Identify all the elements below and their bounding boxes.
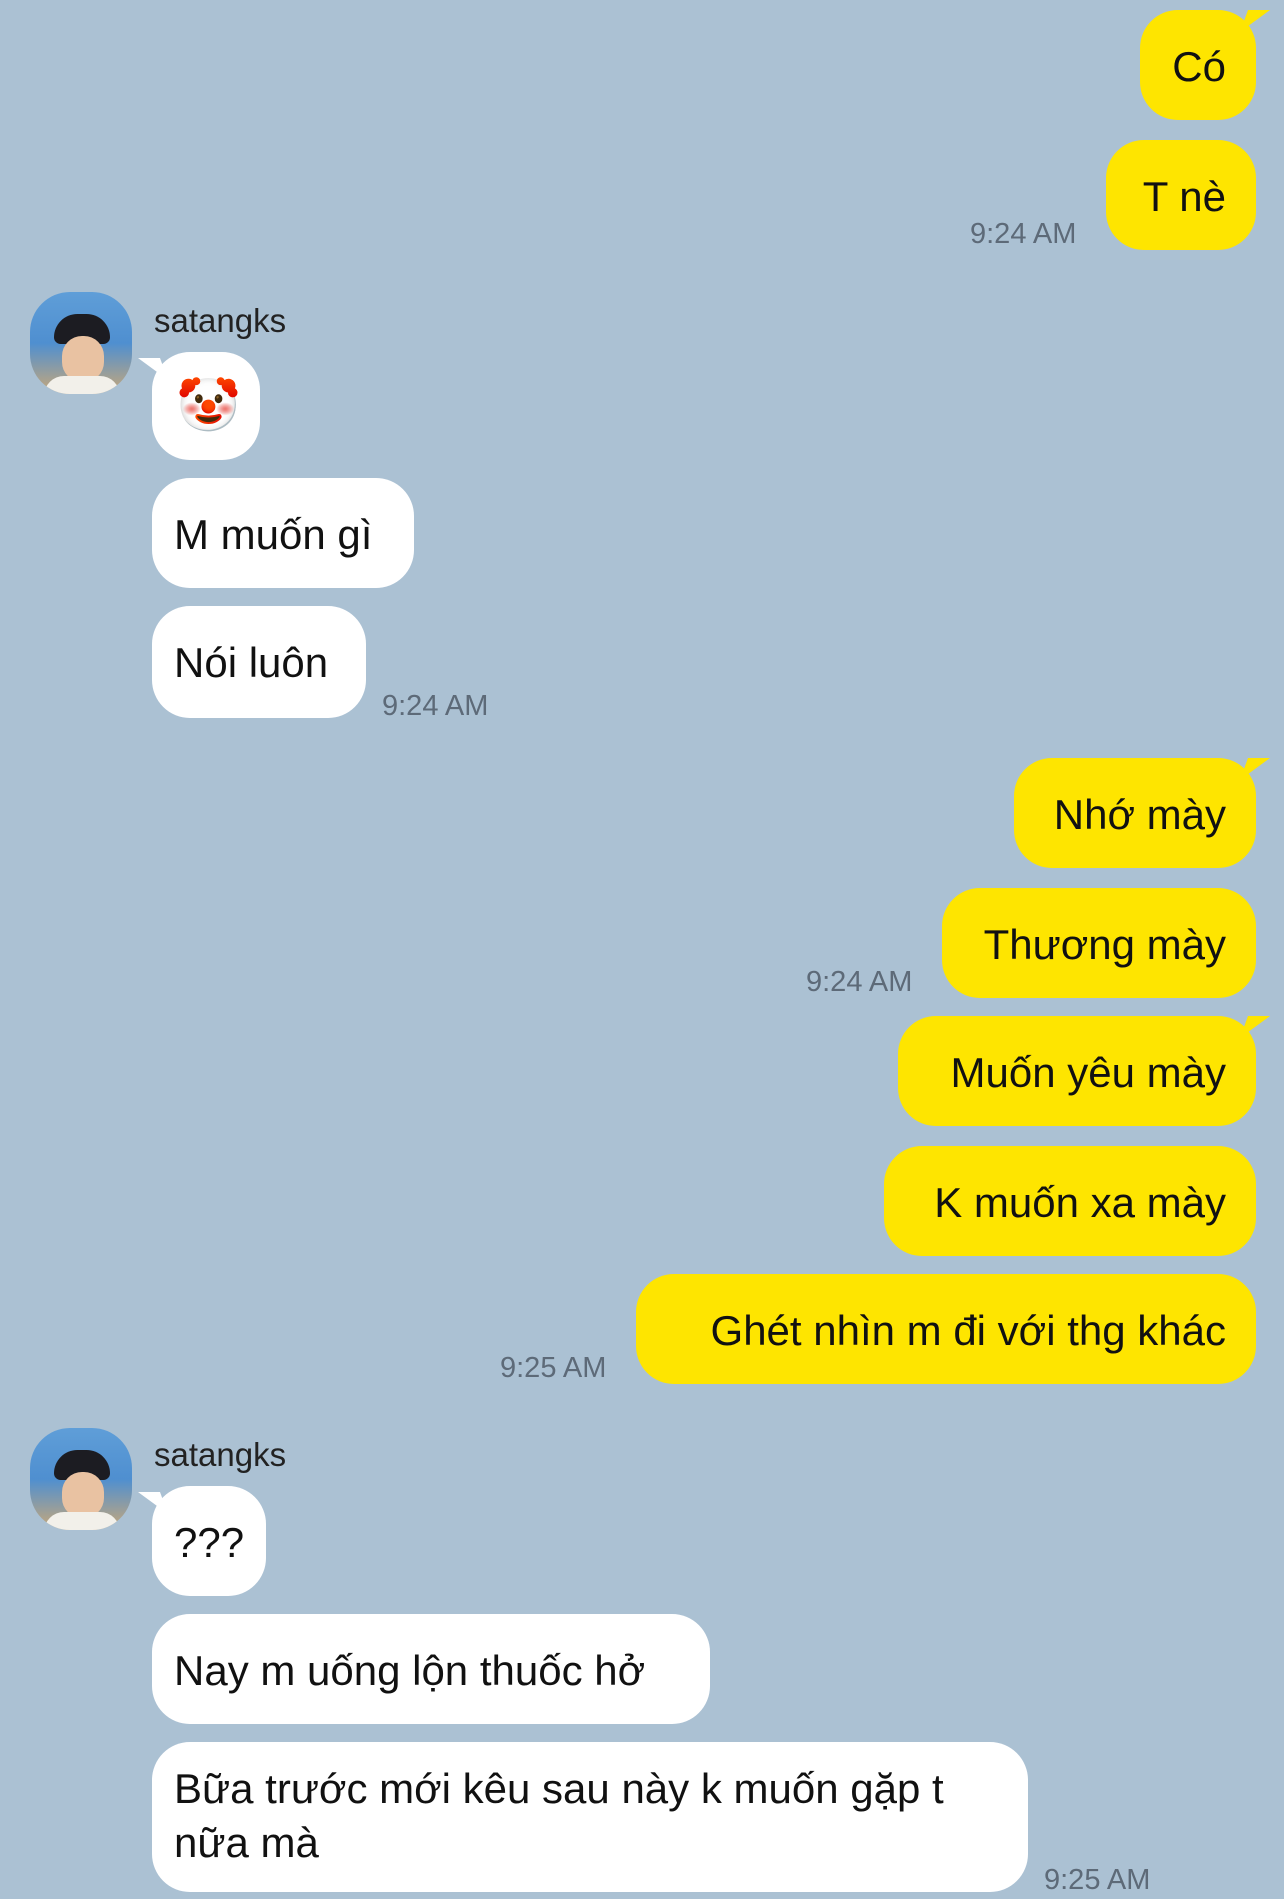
message-timestamp: 9:24 AM: [806, 966, 913, 998]
incoming-message[interactable]: M muốn gì: [152, 478, 414, 588]
sender-name: satangks: [154, 302, 287, 339]
message-timestamp: 9:24 AM: [970, 218, 1077, 250]
outgoing-message[interactable]: Thương mày: [942, 888, 1256, 998]
clown-face-emoji: 🤡: [176, 377, 241, 435]
incoming-message[interactable]: ???: [152, 1486, 266, 1596]
avatar-shirt: [44, 1512, 120, 1530]
message-timestamp: 9:24 AM: [382, 690, 489, 722]
message-text: Bữa trước mới kêu sau này k muốn gặp t n…: [174, 1765, 944, 1866]
message-text: M muốn gì: [174, 511, 373, 558]
message-text: Muốn yêu mày: [950, 1049, 1226, 1096]
outgoing-message[interactable]: Muốn yêu mày: [898, 1016, 1256, 1126]
sender-avatar[interactable]: [30, 292, 132, 394]
outgoing-message[interactable]: Có: [1140, 10, 1256, 120]
message-text: Thương mày: [983, 921, 1226, 968]
outgoing-message[interactable]: Ghét nhìn m đi với thg khác: [636, 1274, 1256, 1384]
message-text: T nè: [1142, 173, 1226, 220]
message-text: Nay m uống lộn thuốc hở: [174, 1647, 646, 1694]
message-timestamp: 9:25 AM: [500, 1352, 607, 1384]
message-text: ???: [174, 1519, 245, 1566]
incoming-message[interactable]: Nói luôn: [152, 606, 366, 718]
outgoing-message[interactable]: T nè: [1106, 140, 1256, 250]
message-text: K muốn xa mày: [934, 1179, 1226, 1226]
incoming-message[interactable]: Nay m uống lộn thuốc hở: [152, 1614, 710, 1724]
message-timestamp: 9:25 AM: [1044, 1864, 1151, 1896]
message-text: Nói luôn: [174, 639, 329, 686]
incoming-message[interactable]: Bữa trước mới kêu sau này k muốn gặp t n…: [152, 1742, 1028, 1892]
message-text: Nhớ mày: [1053, 791, 1226, 838]
sender-name: satangks: [154, 1436, 287, 1473]
chat-area[interactable]: Có T nè 9:24 AM satangks 🤡 M muốn gì Nói…: [0, 0, 1284, 1899]
avatar-shirt: [44, 376, 120, 394]
outgoing-message[interactable]: Nhớ mày: [1014, 758, 1256, 868]
sender-avatar[interactable]: [30, 1428, 132, 1530]
message-text: Có: [1172, 43, 1226, 90]
message-text: Ghét nhìn m đi với thg khác: [710, 1307, 1226, 1354]
outgoing-message[interactable]: K muốn xa mày: [884, 1146, 1256, 1256]
incoming-message[interactable]: 🤡: [152, 352, 260, 460]
